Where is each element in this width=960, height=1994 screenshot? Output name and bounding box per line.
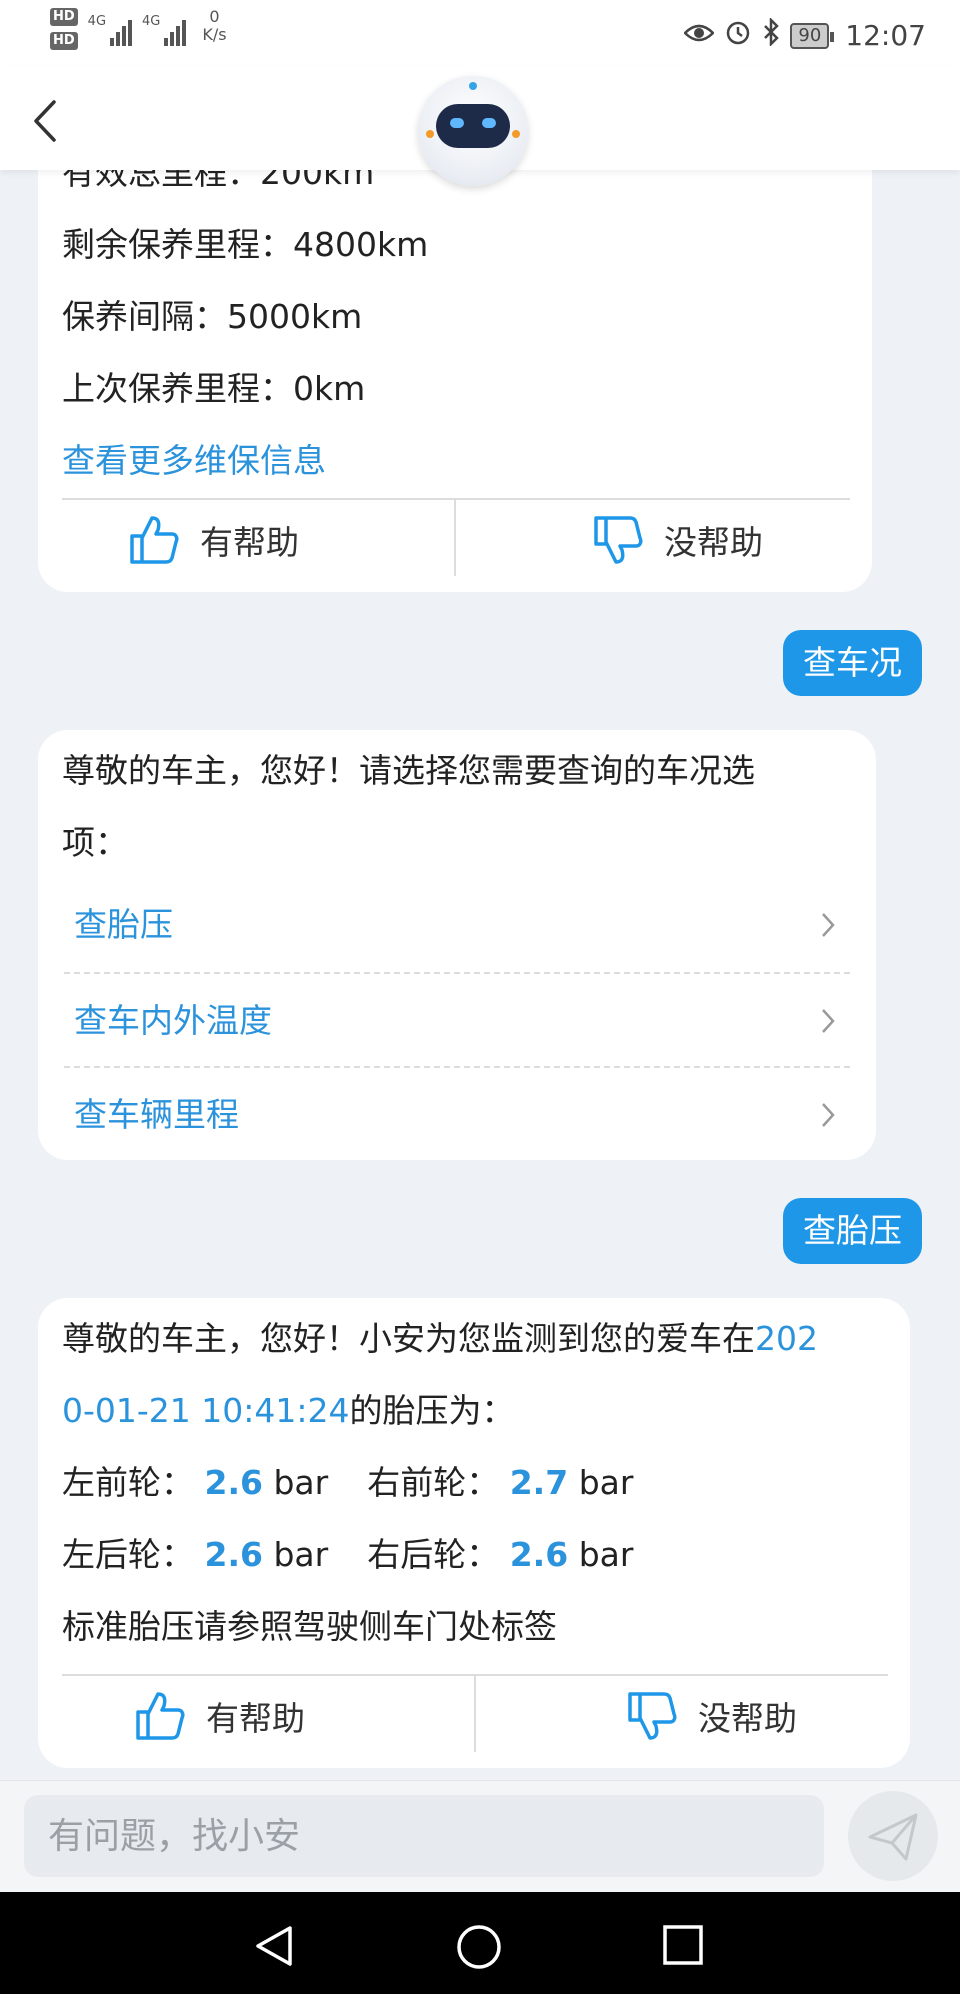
signal-icon-1: 4G xyxy=(87,14,133,46)
front-right-value: 2.7 xyxy=(509,1463,569,1502)
status-right: 90 12:07 xyxy=(683,16,926,53)
chevron-right-icon xyxy=(822,913,835,937)
chevron-right-icon xyxy=(822,1009,835,1033)
robot-avatar-icon[interactable] xyxy=(418,76,528,186)
unit: bar xyxy=(273,1463,329,1502)
thumbs-down-icon xyxy=(628,1692,677,1740)
network-type-1: 4G xyxy=(87,14,107,29)
hd-badge-2: HD xyxy=(50,32,78,50)
user-message[interactable]: 查车况 xyxy=(783,630,922,696)
more-maintenance-link[interactable]: 查看更多维保信息 xyxy=(62,434,326,482)
helpful-label: 有帮助 xyxy=(206,1699,305,1738)
eye-icon xyxy=(683,21,716,51)
not-helpful-button[interactable]: 没帮助 xyxy=(592,514,763,566)
nav-recents-icon[interactable] xyxy=(662,1924,704,1966)
rear-left-label: 左后轮： xyxy=(62,1535,194,1574)
maintenance-card: 有效总里程：200km 剩余保养里程：4800km 保养间隔：5000km 上次… xyxy=(38,170,872,592)
option-cabin-temperature[interactable]: 查车内外温度 xyxy=(64,972,850,1068)
tire-intro-line-1: 尊敬的车主，您好！小安为您监测到您的爱车在202 xyxy=(62,1312,818,1360)
date-part-b: 0-01-21 10:41:24 xyxy=(62,1391,350,1430)
tire-intro-line-2: 0-01-21 10:41:24的胎压为： xyxy=(62,1384,515,1432)
question-input[interactable] xyxy=(24,1795,824,1877)
unit: bar xyxy=(578,1535,634,1574)
thumbs-down-icon xyxy=(594,516,643,564)
signal-icon-2: 4G xyxy=(142,14,187,46)
feedback-divider xyxy=(454,500,456,576)
front-tires-line: 左前轮： 2.6 bar 右前轮： 2.7 bar xyxy=(62,1456,633,1504)
clock: 12:07 xyxy=(845,19,926,52)
chat-messages[interactable]: 有效总里程：200km 剩余保养里程：4800km 保养间隔：5000km 上次… xyxy=(0,170,960,1780)
front-left-value: 2.6 xyxy=(204,1463,263,1502)
nav-back-icon[interactable] xyxy=(252,1924,296,1968)
date-part-a: 202 xyxy=(755,1319,818,1358)
helpful-button[interactable]: 有帮助 xyxy=(128,514,299,566)
tire-intro-text: 尊敬的车主，您好！小安为您监测到您的爱车在 xyxy=(62,1319,755,1358)
hd-badge-1: HD xyxy=(50,8,78,26)
feedback-divider xyxy=(474,1676,476,1752)
not-helpful-label: 没帮助 xyxy=(664,523,763,562)
network-speed: 0 K/s xyxy=(202,8,226,44)
network-type-2: 4G xyxy=(142,14,161,29)
rear-right-value: 2.6 xyxy=(509,1535,569,1574)
nav-home-icon[interactable] xyxy=(456,1924,502,1970)
standard-pressure-note: 标准胎压请参照驾驶侧车门处标签 xyxy=(62,1607,557,1646)
app-header xyxy=(0,66,960,186)
send-button[interactable] xyxy=(848,1791,938,1881)
rear-right-label: 右后轮： xyxy=(367,1535,500,1574)
not-helpful-label: 没帮助 xyxy=(698,1699,797,1738)
alarm-icon xyxy=(724,18,752,53)
rear-left-value: 2.6 xyxy=(204,1535,263,1574)
unit: bar xyxy=(578,1463,634,1502)
unit: bar xyxy=(273,1535,329,1574)
option-label: 查胎压 xyxy=(74,905,173,944)
input-bar xyxy=(0,1780,960,1893)
condition-options-card: 尊敬的车主，您好！请选择您需要查询的车况选 项： 查胎压 查车内外温度 查车辆里… xyxy=(38,730,876,1160)
status-bar: HD HD 4G 4G 0 K/s 90 12:07 xyxy=(0,0,960,66)
chevron-left-icon xyxy=(34,100,56,142)
option-tire-pressure[interactable]: 查胎压 xyxy=(64,878,850,972)
not-helpful-button[interactable]: 没帮助 xyxy=(626,1690,797,1742)
tire-intro-text-b: 的胎压为： xyxy=(349,1391,515,1430)
back-button[interactable] xyxy=(26,96,66,146)
option-vehicle-mileage[interactable]: 查车辆里程 xyxy=(64,1066,850,1162)
status-left: HD HD 4G 4G 0 K/s xyxy=(50,8,227,50)
rear-tires-line: 左后轮： 2.6 bar 右后轮： 2.6 bar xyxy=(62,1528,633,1576)
bluetooth-icon xyxy=(762,16,780,53)
chevron-right-icon xyxy=(822,1103,835,1127)
hd-indicators: HD HD xyxy=(50,8,78,50)
option-label: 查车辆里程 xyxy=(74,1095,239,1134)
intro-line-1: 尊敬的车主，您好！请选择您需要查询的车况选 xyxy=(62,751,755,790)
helpful-button[interactable]: 有帮助 xyxy=(134,1690,305,1742)
tire-pressure-card: 尊敬的车主，您好！小安为您监测到您的爱车在202 0-01-21 10:41:2… xyxy=(38,1298,910,1768)
option-label: 查车内外温度 xyxy=(74,1001,272,1040)
last-maintenance-line: 上次保养里程：0km xyxy=(62,369,366,408)
helpful-label: 有帮助 xyxy=(200,523,299,562)
intro-line-2: 项： xyxy=(62,823,128,862)
remaining-maintenance-line: 剩余保养里程：4800km xyxy=(62,225,429,264)
feedback-bar: 有帮助 没帮助 xyxy=(62,1674,888,1770)
send-icon xyxy=(868,1813,918,1861)
battery-icon: 90 xyxy=(790,22,835,49)
thumbs-up-icon xyxy=(130,516,179,564)
user-message[interactable]: 查胎压 xyxy=(783,1198,922,1264)
network-speed-value: 0 xyxy=(209,7,220,26)
feedback-bar: 有帮助 没帮助 xyxy=(62,498,850,594)
network-speed-unit: K/s xyxy=(202,25,227,44)
partial-mileage-line: 有效总里程：200km xyxy=(62,170,375,192)
system-navigation-bar xyxy=(0,1892,960,1994)
thumbs-up-icon xyxy=(136,1692,185,1740)
front-right-label: 右前轮： xyxy=(367,1463,500,1502)
front-left-label: 左前轮： xyxy=(62,1463,194,1502)
maintenance-interval-line: 保养间隔：5000km xyxy=(62,297,363,336)
